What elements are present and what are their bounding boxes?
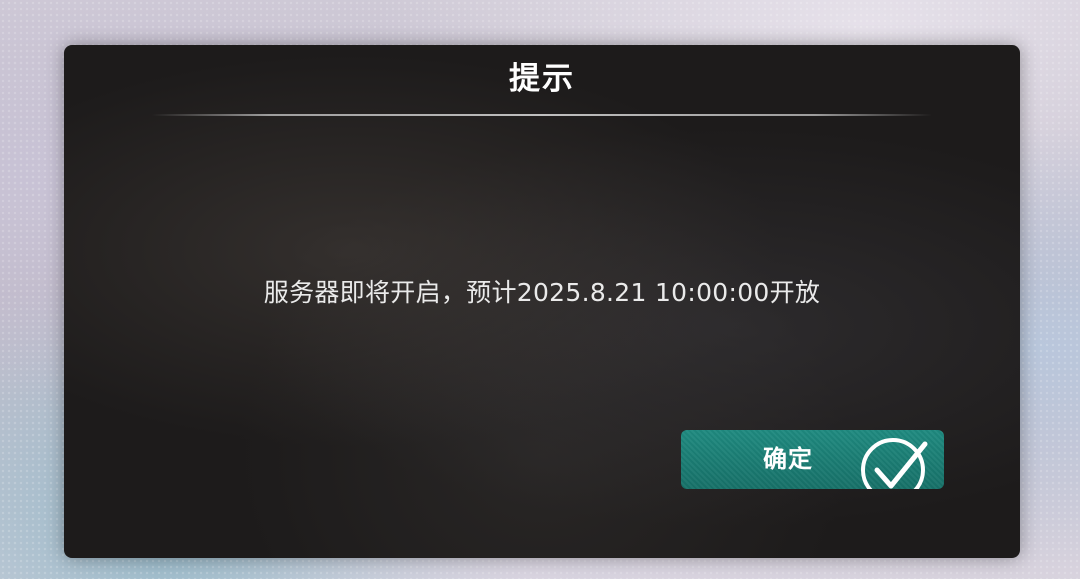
game-screen: 提示 服务器即将开启，预计2025.8.21 10:00:00开放 确定 (0, 0, 1080, 579)
dialog-title: 提示 (509, 61, 575, 97)
confirm-button-label: 确定 (763, 445, 813, 473)
notice-dialog: 提示 服务器即将开启，预计2025.8.21 10:00:00开放 确定 (64, 45, 1020, 558)
check-circle-icon (861, 438, 928, 489)
confirm-button[interactable]: 确定 (681, 430, 944, 489)
title-divider (152, 114, 932, 116)
dialog-message: 服务器即将开启，预计2025.8.21 10:00:00开放 (263, 278, 821, 307)
